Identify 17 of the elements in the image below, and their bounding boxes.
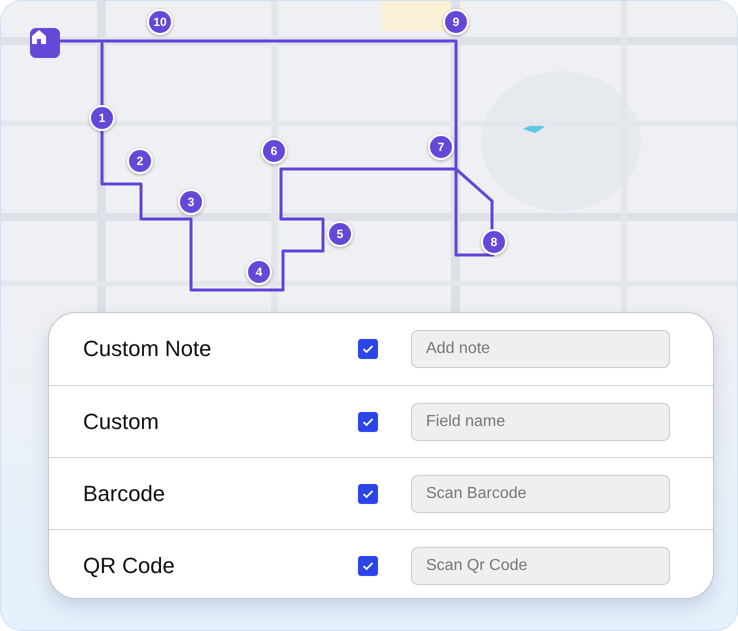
field-label: Custom <box>83 408 160 434</box>
home-icon[interactable] <box>30 28 60 58</box>
check-icon <box>362 416 374 426</box>
checkbox[interactable] <box>358 412 378 432</box>
check-icon <box>362 560 374 570</box>
input-field[interactable]: Add note <box>411 330 670 368</box>
input-field[interactable]: Scan Barcode <box>411 474 670 512</box>
input-field[interactable]: Scan Qr Code <box>411 546 670 584</box>
checkbox[interactable] <box>358 484 378 504</box>
check-icon <box>362 344 374 354</box>
checkbox[interactable] <box>358 339 378 359</box>
field-label: Custom Note <box>83 336 212 362</box>
check-icon <box>362 488 374 498</box>
field-label: QR Code <box>83 552 176 578</box>
checkbox[interactable] <box>358 556 378 576</box>
field-label: Barcode <box>83 480 166 506</box>
input-field[interactable]: Field name <box>411 402 670 440</box>
